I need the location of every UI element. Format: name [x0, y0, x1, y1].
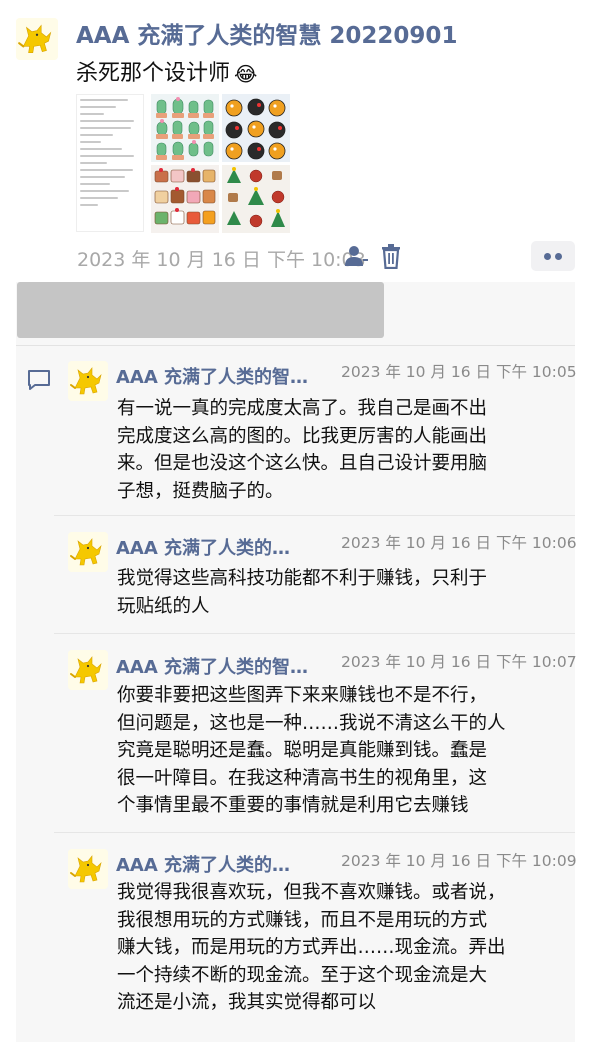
comment-timestamp: 2023 年 10 月 16 日 下午 10:09 [341, 852, 577, 870]
comment-timestamp: 2023 年 10 月 16 日 下午 10:06 [341, 534, 577, 552]
cactus-stickers-thumbnail[interactable] [151, 94, 219, 162]
cake-stickers-thumbnail[interactable] [151, 165, 219, 233]
comment-author-name[interactable]: AAA 充满了人类的… [116, 534, 290, 560]
more-dots-icon [544, 253, 551, 260]
post-timestamp: 2023 年 10 月 16 日 下午 10:03 [77, 249, 366, 271]
comment-avatar[interactable] [68, 532, 108, 572]
comment-text: 我觉得我很喜欢玩，但我不喜欢赚钱。或者说， 我很想用玩的方式赚钱，而且不是用玩的… [117, 882, 506, 1013]
laughing-emoji: 😂 [234, 62, 258, 86]
panel-divider [16, 345, 575, 346]
comment-icon [27, 369, 51, 391]
comment-divider [54, 515, 575, 516]
cat-avatar-image [68, 650, 108, 690]
more-options-button[interactable] [531, 241, 575, 271]
comment-divider [54, 633, 575, 634]
comment-author-name[interactable]: AAA 充满了人类的智… [116, 363, 308, 389]
post-author-name[interactable]: AAA 充满了人类的智慧 20220901 [76, 16, 457, 50]
trash-icon[interactable] [379, 243, 403, 270]
comment-avatar[interactable] [68, 849, 108, 889]
comment-author-name[interactable]: AAA 充满了人类的智… [116, 653, 308, 679]
bird-stickers-thumbnail[interactable] [222, 94, 290, 162]
post-author-avatar[interactable] [16, 18, 58, 60]
cat-avatar-image [68, 361, 108, 401]
person-icon[interactable] [343, 244, 369, 268]
comment-text: 有一说一真的完成度太高了。我自己是画不出 完成度这么高的图的。比我更厉害的人能画… [117, 398, 488, 502]
comment-avatar[interactable] [68, 650, 108, 690]
likes-placeholder-bar [17, 282, 384, 338]
comment-divider [54, 832, 575, 833]
comment-text: 我觉得这些高科技功能都不利于赚钱，只利于 玩贴纸的人 [117, 568, 488, 617]
cat-avatar-image [68, 532, 108, 572]
post-text: 杀死那个设计师 😂 [76, 55, 257, 87]
comment-author-name[interactable]: AAA 充满了人类的… [116, 851, 290, 877]
comment-timestamp: 2023 年 10 月 16 日 下午 10:07 [341, 653, 577, 671]
document-screenshot-thumbnail[interactable] [76, 94, 144, 232]
comment-avatar[interactable] [68, 361, 108, 401]
cat-avatar-image [16, 18, 58, 60]
cat-avatar-image [68, 849, 108, 889]
comment-timestamp: 2023 年 10 月 16 日 下午 10:05 [341, 363, 577, 381]
comment-text: 你要非要把这些图弄下来来赚钱也不是不行， 但问题是，这也是一种……我说不清这么干… [117, 685, 506, 816]
christmas-stickers-thumbnail[interactable] [222, 165, 290, 233]
post-text-content: 杀死那个设计师 [76, 61, 231, 86]
